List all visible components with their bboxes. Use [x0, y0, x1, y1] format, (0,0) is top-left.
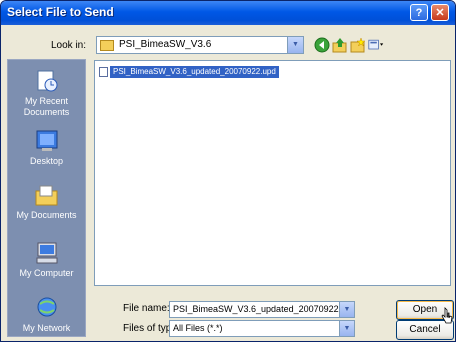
- place-my-network[interactable]: My Network: [8, 295, 85, 334]
- file-name-label: PSI_BimeaSW_V3.6_updated_20070922.upd: [110, 66, 279, 78]
- look-in-dropdown[interactable]: PSI_BimeaSW_V3.6 ▼: [96, 36, 304, 54]
- file-type-value: All Files (*.*): [173, 323, 223, 333]
- file-name-value: PSI_BimeaSW_V3.6_updated_20070922.upd: [173, 304, 355, 314]
- place-label: My Network: [22, 323, 71, 333]
- desktop-icon: [34, 128, 60, 154]
- place-my-documents[interactable]: My Documents: [8, 182, 85, 221]
- help-button[interactable]: ?: [410, 4, 428, 21]
- views-menu-icon[interactable]: [368, 37, 388, 53]
- place-my-computer[interactable]: My Computer: [8, 240, 85, 279]
- close-button[interactable]: ✕: [431, 4, 449, 21]
- recent-documents-icon: [34, 68, 60, 94]
- select-file-dialog: Select File to Send ? ✕ Look in: PSI_Bim…: [0, 0, 456, 342]
- file-name-field[interactable]: PSI_BimeaSW_V3.6_updated_20070922.upd ▼: [169, 301, 355, 318]
- my-network-icon: [34, 295, 60, 321]
- up-folder-icon[interactable]: [332, 37, 348, 53]
- file-name-label: File name:: [123, 303, 170, 314]
- place-label: My Computer: [19, 268, 74, 278]
- my-documents-icon: [34, 182, 60, 208]
- file-list[interactable]: PSI_BimeaSW_V3.6_updated_20070922.upd: [94, 60, 451, 286]
- file-type-select[interactable]: All Files (*.*) ▼: [169, 320, 355, 337]
- new-folder-icon[interactable]: [350, 37, 366, 53]
- look-in-value: PSI_BimeaSW_V3.6: [119, 39, 212, 50]
- chevron-down-icon[interactable]: ▼: [339, 321, 354, 336]
- window-title: Select File to Send: [7, 5, 114, 19]
- chevron-down-icon[interactable]: ▼: [287, 37, 303, 53]
- mouse-cursor-icon: [441, 307, 453, 325]
- place-label: My Recent Documents: [23, 96, 70, 117]
- chevron-down-icon[interactable]: ▼: [339, 302, 354, 317]
- folder-icon: [100, 40, 114, 51]
- back-icon[interactable]: [314, 37, 330, 53]
- places-bar: My Recent Documents Desktop My Documents…: [7, 59, 86, 337]
- place-recent-documents[interactable]: My Recent Documents: [8, 68, 85, 118]
- place-desktop[interactable]: Desktop: [8, 128, 85, 167]
- place-label: Desktop: [29, 156, 64, 166]
- title-bar[interactable]: Select File to Send ? ✕: [1, 1, 455, 25]
- file-icon: [99, 67, 108, 77]
- place-label: My Documents: [16, 210, 77, 220]
- my-computer-icon: [34, 240, 60, 266]
- look-in-label: Look in:: [51, 40, 87, 51]
